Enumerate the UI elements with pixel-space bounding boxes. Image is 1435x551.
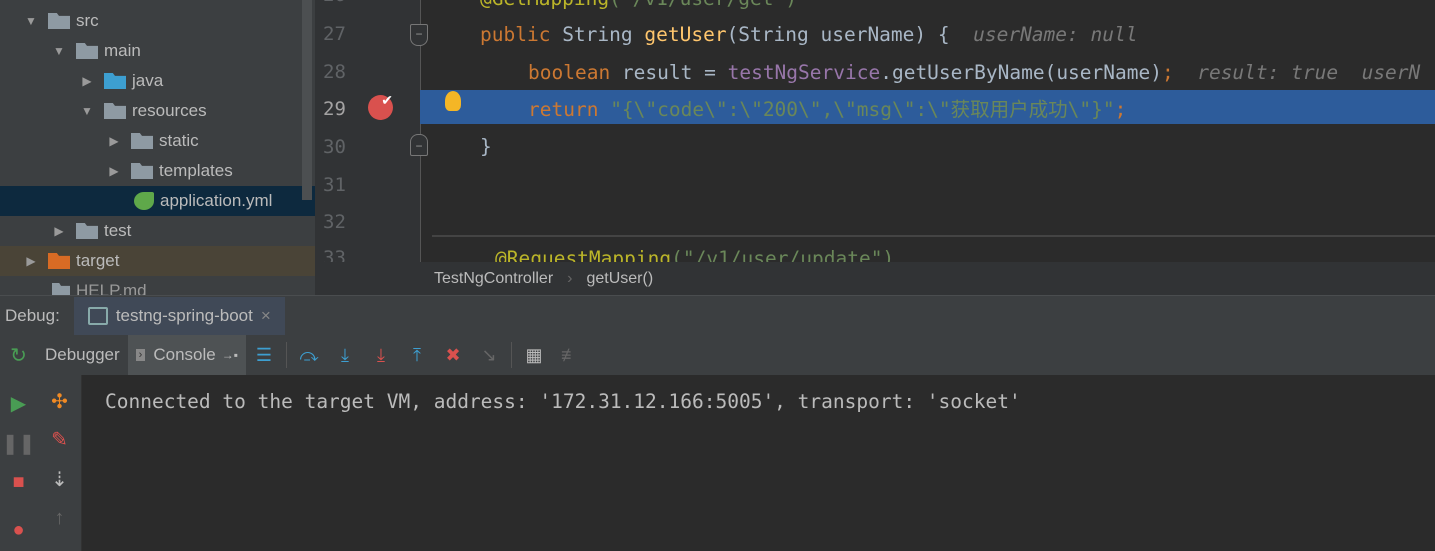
console-output[interactable]: Connected to the target VM, address: '17… bbox=[82, 378, 1435, 551]
threads-icon[interactable]: ✣ bbox=[41, 389, 78, 414]
scroll-to-end-icon[interactable]: ⇣ bbox=[41, 467, 78, 492]
trace-icon[interactable]: ≢ bbox=[552, 345, 588, 366]
line-number: 33 bbox=[323, 247, 346, 262]
fold-icon[interactable]: − bbox=[410, 134, 428, 156]
force-step-into-icon[interactable]: ⤓ bbox=[363, 345, 399, 366]
chevron-right-icon: › bbox=[567, 269, 573, 287]
collapse-arrow-icon[interactable]: ▶ bbox=[107, 134, 121, 148]
clear-console-icon[interactable]: ✎ bbox=[41, 427, 78, 452]
expand-arrow-icon[interactable]: ▼ bbox=[52, 44, 66, 58]
tree-item-main[interactable]: ▼ main bbox=[0, 36, 315, 66]
tree-scrollbar[interactable] bbox=[302, 0, 312, 200]
line-number: 27 bbox=[323, 23, 346, 45]
method-separator bbox=[432, 235, 1435, 237]
pause-icon[interactable]: ❚❚ bbox=[0, 431, 37, 456]
line-number: 26 bbox=[323, 0, 346, 6]
folder-icon bbox=[131, 133, 153, 149]
collapse-arrow-icon[interactable]: ▶ bbox=[107, 164, 121, 178]
line-number: 28 bbox=[323, 61, 346, 83]
console-side-toolbar: ✣ ✎ ⇣ ↑ bbox=[37, 375, 82, 551]
tree-item-resources[interactable]: ▼ resources bbox=[0, 96, 315, 126]
step-into-icon[interactable]: ⤓ bbox=[327, 345, 363, 366]
tree-item-target[interactable]: ▶ target bbox=[0, 246, 315, 276]
code-line-27: public String getUser(String userName) {… bbox=[480, 23, 1138, 46]
code-line-33: @RequestMapping("/v1/user/update") bbox=[495, 247, 895, 262]
spring-config-icon bbox=[134, 192, 154, 210]
divider bbox=[510, 342, 512, 368]
tree-item-static[interactable]: ▶ static bbox=[0, 126, 315, 156]
evaluate-expression-icon[interactable]: ▦ bbox=[516, 345, 552, 366]
collapse-arrow-icon[interactable]: ▶ bbox=[52, 224, 66, 238]
folder-icon bbox=[48, 13, 70, 29]
expand-arrow-icon[interactable]: ▼ bbox=[24, 14, 38, 28]
rerun-icon[interactable]: ↻ bbox=[0, 343, 37, 368]
project-tree: ▼ src ▼ main ▶ java ▼ resources ▶ static ▶ tem… bbox=[0, 0, 315, 295]
collapse-arrow-icon[interactable]: ▶ bbox=[80, 74, 94, 88]
view-breakpoints-icon[interactable]: ● bbox=[0, 519, 37, 542]
source-folder-icon bbox=[104, 73, 126, 89]
step-over-icon[interactable]: ⤼ bbox=[291, 345, 327, 366]
line-number: 29 bbox=[323, 98, 346, 120]
code-editor[interactable]: 26 27 28 29 30 31 32 33 ✔ − − @GetMappin… bbox=[315, 0, 1435, 262]
line-number: 31 bbox=[323, 174, 346, 196]
intention-bulb-icon[interactable] bbox=[445, 91, 461, 111]
tree-item-test[interactable]: ▶ test bbox=[0, 216, 315, 246]
console-icon: › bbox=[135, 349, 146, 361]
breadcrumb: TestNgController › getUser() bbox=[315, 262, 1435, 295]
inline-debug-value: userName: null bbox=[949, 23, 1138, 46]
tree-item-src[interactable]: ▼ src bbox=[0, 6, 315, 36]
pin-icon: →▪ bbox=[221, 348, 238, 362]
step-out-icon[interactable]: ⤒ bbox=[399, 345, 435, 366]
drop-frame-icon[interactable]: ✖ bbox=[435, 345, 471, 366]
inline-debug-value: result: true userN bbox=[1173, 61, 1421, 84]
line-number: 30 bbox=[323, 136, 346, 158]
folder-icon bbox=[76, 223, 98, 239]
line-number: 32 bbox=[323, 211, 346, 233]
tree-item-help-md[interactable]: HELP.md bbox=[0, 276, 315, 295]
debug-toolbar: Debugger › Console →▪ ☰ ⤼ ⤓ ⤓ ⤒ ✖ ↘ ▦ ≢ bbox=[37, 335, 1435, 375]
expand-arrow-icon[interactable]: ▼ bbox=[80, 104, 94, 118]
resources-folder-icon bbox=[104, 103, 126, 119]
code-line-26: @GetMapping("/v1/user/get") bbox=[480, 0, 797, 17]
run-to-cursor-icon[interactable]: ↘ bbox=[471, 345, 507, 366]
debug-label: Debug: bbox=[5, 305, 60, 325]
debug-left-toolbar: ↻ ▶ ❚❚ ■ ● bbox=[0, 335, 37, 551]
tree-item-application-yml[interactable]: application.yml bbox=[0, 186, 315, 216]
code-line-30: } bbox=[480, 135, 492, 158]
frames-icon[interactable]: ☰ bbox=[246, 345, 282, 366]
breakpoint-icon[interactable]: ✔ bbox=[368, 93, 393, 120]
code-line-28: boolean result = testNgService.getUserBy… bbox=[528, 61, 1421, 84]
up-arrow-icon[interactable]: ↑ bbox=[41, 507, 78, 530]
breadcrumb-method[interactable]: getUser() bbox=[586, 270, 653, 288]
debug-session-tab[interactable]: testng-spring-boot × bbox=[73, 296, 285, 335]
close-icon[interactable]: × bbox=[261, 306, 271, 326]
excluded-folder-icon bbox=[48, 253, 70, 269]
code-line-29: return "{\"code\":\"200\",\"msg\":\"获取用户… bbox=[528, 98, 1127, 121]
folder-icon bbox=[76, 43, 98, 59]
divider bbox=[285, 342, 287, 368]
tree-item-java[interactable]: ▶ java bbox=[0, 66, 315, 96]
tab-console[interactable]: › Console →▪ bbox=[127, 335, 246, 375]
collapse-arrow-icon[interactable]: ▶ bbox=[24, 254, 38, 268]
folder-icon bbox=[131, 163, 153, 179]
breadcrumb-class[interactable]: TestNgController bbox=[434, 270, 553, 288]
resume-icon[interactable]: ▶ bbox=[0, 391, 37, 416]
debug-session-icon bbox=[87, 306, 108, 325]
debug-header: Debug: testng-spring-boot × bbox=[0, 295, 1435, 335]
stop-icon[interactable]: ■ bbox=[0, 471, 37, 494]
tree-item-templates[interactable]: ▶ templates bbox=[0, 156, 315, 186]
tab-debugger[interactable]: Debugger bbox=[37, 335, 128, 375]
file-icon bbox=[52, 283, 70, 295]
fold-icon[interactable]: − bbox=[410, 24, 428, 46]
